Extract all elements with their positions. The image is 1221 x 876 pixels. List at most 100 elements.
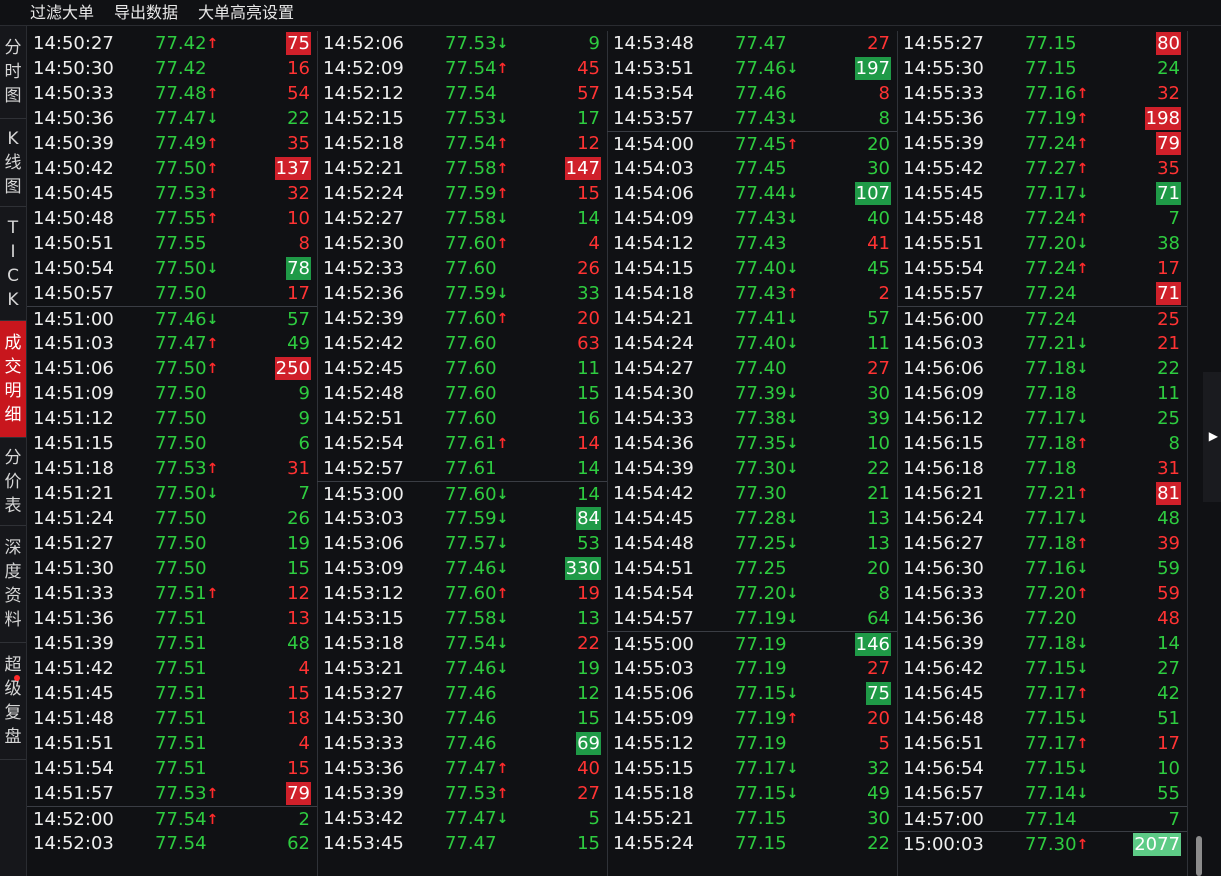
- trade-row[interactable]: 14:55:00 77.19 146: [607, 631, 897, 657]
- trade-row[interactable]: 14:56:39 77.18↓ 14: [897, 631, 1187, 656]
- trade-row[interactable]: 14:54:18 77.43↑ 2: [607, 281, 897, 306]
- trade-row[interactable]: 14:55:39 77.24↑ 79: [897, 131, 1187, 156]
- trade-row[interactable]: 14:51:06 77.50↑ 250: [27, 356, 317, 381]
- trade-row[interactable]: 14:55:36 77.19↑ 198: [897, 106, 1187, 131]
- trade-row[interactable]: 14:53:57 77.43↓ 8: [607, 106, 897, 131]
- trade-row[interactable]: 14:51:12 77.50 9: [27, 406, 317, 431]
- trade-row[interactable]: 14:56:09 77.18 11: [897, 381, 1187, 406]
- trade-row[interactable]: 14:55:45 77.17↓ 71: [897, 181, 1187, 206]
- trade-row[interactable]: 14:54:00 77.45↑ 20: [607, 131, 897, 157]
- trade-row[interactable]: 14:50:45 77.53↑ 32: [27, 181, 317, 206]
- expand-right-icon[interactable]: ▶: [1209, 429, 1218, 443]
- trade-row[interactable]: 14:50:54 77.50↓ 78: [27, 256, 317, 281]
- trade-row[interactable]: 14:50:57 77.50 17: [27, 281, 317, 306]
- trade-row[interactable]: 14:56:42 77.15↓ 27: [897, 656, 1187, 681]
- trade-row[interactable]: 14:54:03 77.45 30: [607, 156, 897, 181]
- trade-row[interactable]: 14:52:15 77.53↓ 17: [317, 106, 607, 131]
- trade-row[interactable]: 14:52:06 77.53↓ 9: [317, 31, 607, 56]
- trade-row[interactable]: 14:53:27 77.46 12: [317, 681, 607, 706]
- tab-intraday-chart[interactable]: 分时图: [0, 26, 26, 119]
- trade-row[interactable]: 14:54:36 77.35↓ 10: [607, 431, 897, 456]
- trade-row[interactable]: 14:53:03 77.59↓ 84: [317, 506, 607, 531]
- trade-row[interactable]: 14:56:18 77.18 31: [897, 456, 1187, 481]
- trade-row[interactable]: 14:51:45 77.51 15: [27, 681, 317, 706]
- trade-row[interactable]: 14:53:54 77.46 8: [607, 81, 897, 106]
- trade-row[interactable]: 14:51:57 77.53↑ 79: [27, 781, 317, 806]
- trade-row[interactable]: 14:55:06 77.15↓ 75: [607, 681, 897, 706]
- trade-row[interactable]: 14:52:51 77.60 16: [317, 406, 607, 431]
- trade-row[interactable]: 14:54:27 77.40 27: [607, 356, 897, 381]
- scrollbar-thumb[interactable]: [1196, 836, 1202, 876]
- trade-row[interactable]: 14:54:45 77.28↓ 13: [607, 506, 897, 531]
- trade-row[interactable]: 14:51:30 77.50 15: [27, 556, 317, 581]
- trade-row[interactable]: 14:56:30 77.16↓ 59: [897, 556, 1187, 581]
- trade-row[interactable]: 14:52:27 77.58↓ 14: [317, 206, 607, 231]
- trade-row[interactable]: 14:52:33 77.60 26: [317, 256, 607, 281]
- trade-row[interactable]: 14:52:45 77.60 11: [317, 356, 607, 381]
- trade-row[interactable]: 14:50:42 77.50↑ 137: [27, 156, 317, 181]
- trade-row[interactable]: 14:53:00 77.60↓ 14: [317, 481, 607, 507]
- trade-row[interactable]: 14:52:24 77.59↑ 15: [317, 181, 607, 206]
- trade-row[interactable]: 14:54:21 77.41↓ 57: [607, 306, 897, 331]
- trade-row[interactable]: 14:55:51 77.20↓ 38: [897, 231, 1187, 256]
- trade-row[interactable]: 14:56:03 77.21↓ 21: [897, 331, 1187, 356]
- trade-row[interactable]: 14:52:03 77.54 62: [27, 831, 317, 856]
- trade-row[interactable]: 14:54:57 77.19↓ 64: [607, 606, 897, 631]
- trade-row[interactable]: 14:54:51 77.25 20: [607, 556, 897, 581]
- trade-row[interactable]: 14:56:12 77.17↓ 25: [897, 406, 1187, 431]
- trade-row[interactable]: 14:54:30 77.39↓ 30: [607, 381, 897, 406]
- trade-row[interactable]: 14:52:42 77.60 63: [317, 331, 607, 356]
- trade-row[interactable]: 14:55:24 77.15 22: [607, 831, 897, 856]
- trade-row[interactable]: 14:55:42 77.27↑ 35: [897, 156, 1187, 181]
- trade-row[interactable]: 14:52:36 77.59↓ 33: [317, 281, 607, 306]
- tab-k-line-chart[interactable]: K线图: [0, 119, 26, 207]
- trade-row[interactable]: 14:56:15 77.18↑ 8: [897, 431, 1187, 456]
- trade-row[interactable]: 14:56:51 77.17↑ 17: [897, 731, 1187, 756]
- trade-row[interactable]: 14:54:33 77.38↓ 39: [607, 406, 897, 431]
- trade-row[interactable]: 14:51:51 77.51 4: [27, 731, 317, 756]
- trade-row[interactable]: 14:52:30 77.60↑ 4: [317, 231, 607, 256]
- trade-row[interactable]: 14:54:39 77.30↓ 22: [607, 456, 897, 481]
- trade-row[interactable]: 14:54:42 77.30 21: [607, 481, 897, 506]
- trade-row[interactable]: 14:52:57 77.61 14: [317, 456, 607, 481]
- trade-row[interactable]: 14:54:24 77.40↓ 11: [607, 331, 897, 356]
- filter-large-orders-button[interactable]: 过滤大单: [30, 0, 94, 26]
- trade-row[interactable]: 14:55:03 77.19 27: [607, 656, 897, 681]
- trade-row[interactable]: 14:52:54 77.61↑ 14: [317, 431, 607, 456]
- trade-row[interactable]: 14:55:15 77.17↓ 32: [607, 756, 897, 781]
- trade-row[interactable]: 14:56:57 77.14↓ 55: [897, 781, 1187, 806]
- tab-depth-info[interactable]: 深度资料: [0, 526, 26, 643]
- trade-row[interactable]: 14:56:06 77.18↓ 22: [897, 356, 1187, 381]
- trade-row[interactable]: 14:56:24 77.17↓ 48: [897, 506, 1187, 531]
- trade-row[interactable]: 14:55:48 77.24↑ 7: [897, 206, 1187, 231]
- trade-row[interactable]: 14:55:09 77.19↑ 20: [607, 706, 897, 731]
- trade-row[interactable]: 14:55:33 77.16↑ 32: [897, 81, 1187, 106]
- trade-row[interactable]: 14:51:42 77.51 4: [27, 656, 317, 681]
- trade-row[interactable]: 14:56:54 77.15↓ 10: [897, 756, 1187, 781]
- trade-row[interactable]: 14:50:36 77.47↓ 22: [27, 106, 317, 131]
- trade-row[interactable]: 14:53:33 77.46 69: [317, 731, 607, 756]
- trade-row[interactable]: 14:56:48 77.15↓ 51: [897, 706, 1187, 731]
- trade-row[interactable]: 14:50:27 77.42↑ 75: [27, 31, 317, 56]
- trade-row[interactable]: 14:55:12 77.19 5: [607, 731, 897, 756]
- trade-row[interactable]: 14:53:12 77.60↑ 19: [317, 581, 607, 606]
- trade-row[interactable]: 14:51:48 77.51 18: [27, 706, 317, 731]
- trade-row[interactable]: 14:55:30 77.15 24: [897, 56, 1187, 81]
- trade-row[interactable]: 14:55:57 77.24 71: [897, 281, 1187, 306]
- tab-super-replay[interactable]: 超级复盘: [0, 643, 26, 760]
- trade-row[interactable]: 14:52:18 77.54↑ 12: [317, 131, 607, 156]
- trade-row[interactable]: 14:57:00 77.14 7: [897, 806, 1187, 832]
- tab-price-table[interactable]: 分价表: [0, 438, 26, 526]
- trade-row[interactable]: 14:56:27 77.18↑ 39: [897, 531, 1187, 556]
- trade-row[interactable]: 14:51:27 77.50 19: [27, 531, 317, 556]
- trade-row[interactable]: 14:51:18 77.53↑ 31: [27, 456, 317, 481]
- trade-row[interactable]: 14:51:00 77.46↓ 57: [27, 306, 317, 332]
- trade-row[interactable]: 14:50:33 77.48↑ 54: [27, 81, 317, 106]
- tab-trade-details[interactable]: 成交明细: [0, 321, 26, 438]
- trade-row[interactable]: 14:52:09 77.54↑ 45: [317, 56, 607, 81]
- trade-row[interactable]: 14:56:33 77.20↑ 59: [897, 581, 1187, 606]
- trade-row[interactable]: 14:53:51 77.46↓ 197: [607, 56, 897, 81]
- tab-tick[interactable]: TICK: [0, 207, 26, 321]
- trade-row[interactable]: 14:53:42 77.47↓ 5: [317, 806, 607, 831]
- trade-row[interactable]: 14:51:15 77.50 6: [27, 431, 317, 456]
